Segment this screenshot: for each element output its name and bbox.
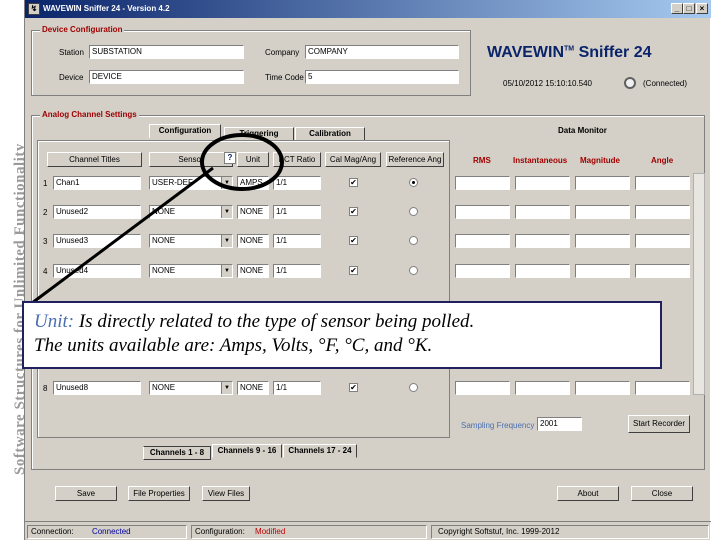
callout-line-2: The units available are: Amps, Volts, °F… bbox=[34, 335, 433, 356]
callout-line-1-rest: Is directly related to the type of senso… bbox=[74, 311, 475, 332]
highlight-circle bbox=[200, 133, 284, 191]
pointer-line bbox=[31, 166, 214, 305]
callout-term: Unit: bbox=[34, 311, 75, 332]
annotation-overlay bbox=[31, 133, 284, 305]
unit-callout: Unit: Is directly related to the type of… bbox=[22, 301, 662, 369]
callout-line-1: Unit: Is directly related to the type of… bbox=[34, 310, 650, 334]
